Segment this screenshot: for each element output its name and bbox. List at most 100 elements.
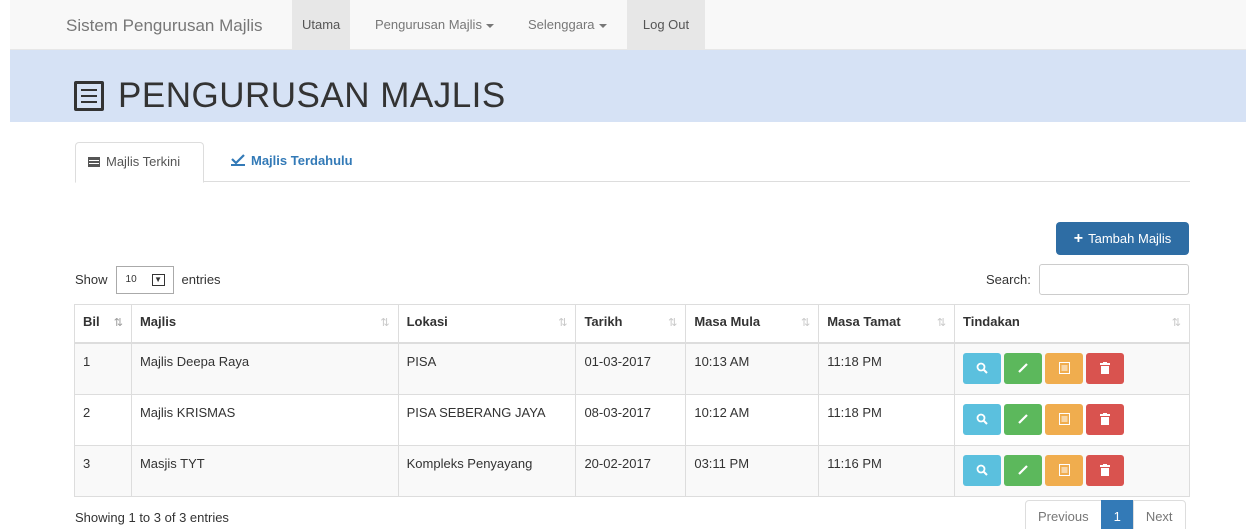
column-header-label: Majlis bbox=[139, 314, 177, 329]
page-header-banner: PENGURUSAN MAJLIS bbox=[10, 50, 1246, 122]
search-icon bbox=[976, 362, 988, 374]
column-header-label: Bil bbox=[83, 314, 100, 329]
entries-select-value: 10 bbox=[125, 274, 137, 285]
cell-tindakan bbox=[954, 393, 1190, 446]
tab-label: Majlis Terdahulu bbox=[251, 153, 353, 168]
check-icon bbox=[231, 143, 245, 181]
trash-icon bbox=[1100, 413, 1111, 425]
column-header-label: Tindakan bbox=[963, 314, 1020, 329]
cell-tindakan bbox=[954, 444, 1190, 497]
column-header-lokasi[interactable]: Lokasi ⇅ bbox=[397, 304, 577, 344]
tab-label: Majlis Terkini bbox=[106, 154, 181, 169]
top-navbar: Sistem Pengurusan Majlis Utama Pengurusa… bbox=[0, 0, 1246, 50]
edit-button[interactable] bbox=[1004, 352, 1043, 384]
document-button[interactable] bbox=[1045, 352, 1084, 384]
table-header-row: Bil ⇅ Majlis ⇅ Lokasi ⇅ Tarikh ⇅ Masa Mula ⇅ … bbox=[74, 304, 1190, 344]
pagination-previous[interactable]: Previous bbox=[1025, 500, 1102, 529]
sort-asc-icon: ⇅ bbox=[113, 317, 123, 329]
document-button[interactable] bbox=[1045, 454, 1084, 486]
table-row: 2 Majlis KRISMAS PISA SEBERANG JAYA 08-0… bbox=[74, 393, 1190, 446]
entries-select[interactable]: 10 ▼ bbox=[115, 266, 174, 294]
list-alt-icon bbox=[1058, 413, 1070, 425]
cell-bil: 2 bbox=[74, 393, 132, 446]
column-header-label: Lokasi bbox=[406, 314, 448, 329]
column-header-label: Masa Tamat bbox=[827, 314, 901, 329]
column-header-label: Masa Mula bbox=[694, 314, 761, 329]
tab-majlis-terkini[interactable]: Majlis Terkini bbox=[75, 142, 204, 183]
view-button[interactable] bbox=[963, 403, 1002, 435]
tab-bar: Majlis Terkini Majlis Terdahulu bbox=[75, 142, 1190, 183]
cell-masa-mula: 03:11 PM bbox=[685, 444, 820, 497]
tab-majlis-terdahulu[interactable]: Majlis Terdahulu bbox=[219, 142, 365, 182]
row-actions bbox=[963, 454, 1181, 486]
sort-icon: ⇅ bbox=[936, 317, 947, 329]
cell-tarikh: 08-03-2017 bbox=[575, 393, 687, 446]
list-alt-icon bbox=[1058, 362, 1070, 374]
delete-button[interactable] bbox=[1086, 403, 1125, 435]
nav-item-pengurusan-majlis[interactable]: Pengurusan Majlis bbox=[365, 0, 504, 49]
table-row: 3 Masjis TYT Kompleks Penyayang 20-02-20… bbox=[74, 444, 1190, 497]
cell-tarikh: 01-03-2017 bbox=[575, 342, 687, 395]
sort-icon: ⇅ bbox=[800, 317, 811, 329]
navbar-brand[interactable]: Sistem Pengurusan Majlis bbox=[66, 16, 263, 36]
pencil-icon bbox=[1018, 363, 1028, 373]
sort-icon: ⇅ bbox=[668, 317, 678, 329]
column-header-tindakan[interactable]: Tindakan ⇅ bbox=[954, 304, 1190, 344]
pagination-next[interactable]: Next bbox=[1132, 500, 1186, 529]
nav-item-label: Utama bbox=[302, 17, 341, 32]
sort-icon: ⇅ bbox=[558, 317, 568, 329]
cell-lokasi: PISA SEBERANG JAYA bbox=[397, 393, 577, 446]
cell-masa-tamat: 11:18 PM bbox=[818, 393, 956, 446]
cell-tarikh: 20-02-2017 bbox=[575, 444, 687, 497]
table-row: 1 Majlis Deepa Raya PISA 01-03-2017 10:1… bbox=[74, 342, 1190, 395]
edit-button[interactable] bbox=[1004, 454, 1043, 486]
nav-item-selenggara[interactable]: Selenggara bbox=[518, 0, 617, 49]
delete-button[interactable] bbox=[1086, 454, 1125, 486]
list-alt-icon bbox=[74, 81, 104, 111]
nav-item-utama[interactable]: Utama bbox=[292, 0, 351, 49]
search-label: Search: bbox=[986, 272, 1031, 287]
delete-button[interactable] bbox=[1086, 352, 1125, 384]
column-header-masa-tamat[interactable]: Masa Tamat ⇅ bbox=[818, 304, 956, 344]
cell-majlis: Majlis KRISMAS bbox=[130, 393, 399, 446]
view-button[interactable] bbox=[963, 454, 1002, 486]
search-input[interactable] bbox=[1039, 264, 1189, 295]
sort-icon: ⇅ bbox=[380, 317, 390, 329]
cell-lokasi: PISA bbox=[397, 342, 577, 395]
cell-masa-mula: 10:12 AM bbox=[685, 393, 820, 446]
nav-item-label: Log Out bbox=[642, 17, 690, 32]
majlis-table: Bil ⇅ Majlis ⇅ Lokasi ⇅ Tarikh ⇅ Masa Mula ⇅ … bbox=[74, 304, 1190, 497]
page-title-text: PENGURUSAN MAJLIS bbox=[118, 76, 506, 115]
column-header-majlis[interactable]: Majlis ⇅ bbox=[130, 304, 399, 344]
trash-icon bbox=[1100, 362, 1111, 374]
entries-length-control: Show 10 ▼ entries bbox=[75, 266, 221, 294]
pagination-page-1[interactable]: 1 bbox=[1100, 500, 1134, 529]
list-alt-icon bbox=[1058, 464, 1070, 476]
cell-bil: 3 bbox=[74, 444, 132, 497]
caret-down-icon bbox=[485, 23, 494, 28]
view-button[interactable] bbox=[963, 352, 1002, 384]
plus-icon: + bbox=[1073, 230, 1084, 247]
column-header-tarikh[interactable]: Tarikh ⇅ bbox=[575, 304, 687, 344]
row-actions bbox=[963, 403, 1181, 435]
search-icon bbox=[976, 413, 988, 425]
nav-item-label: Pengurusan Majlis bbox=[375, 17, 482, 32]
edit-button[interactable] bbox=[1004, 403, 1043, 435]
cell-bil: 1 bbox=[74, 342, 132, 395]
column-header-masa-mula[interactable]: Masa Mula ⇅ bbox=[685, 304, 820, 344]
sort-icon: ⇅ bbox=[1171, 317, 1181, 329]
pencil-icon bbox=[1018, 414, 1028, 424]
entries-label: entries bbox=[181, 272, 221, 287]
nav-item-log-out[interactable]: Log Out bbox=[627, 0, 705, 49]
table-info: Showing 1 to 3 of 3 entries bbox=[75, 510, 229, 525]
cell-masa-tamat: 11:16 PM bbox=[818, 444, 956, 497]
cell-tindakan bbox=[954, 342, 1190, 395]
button-label: Tambah Majlis bbox=[1088, 231, 1172, 246]
row-actions bbox=[963, 352, 1181, 384]
pencil-icon bbox=[1018, 465, 1028, 475]
tambah-majlis-button[interactable]: + Tambah Majlis bbox=[1056, 222, 1189, 255]
nav-item-label: Selenggara bbox=[528, 17, 595, 32]
document-button[interactable] bbox=[1045, 403, 1084, 435]
column-header-bil[interactable]: Bil ⇅ bbox=[74, 304, 132, 344]
cell-masa-tamat: 11:18 PM bbox=[818, 342, 956, 395]
